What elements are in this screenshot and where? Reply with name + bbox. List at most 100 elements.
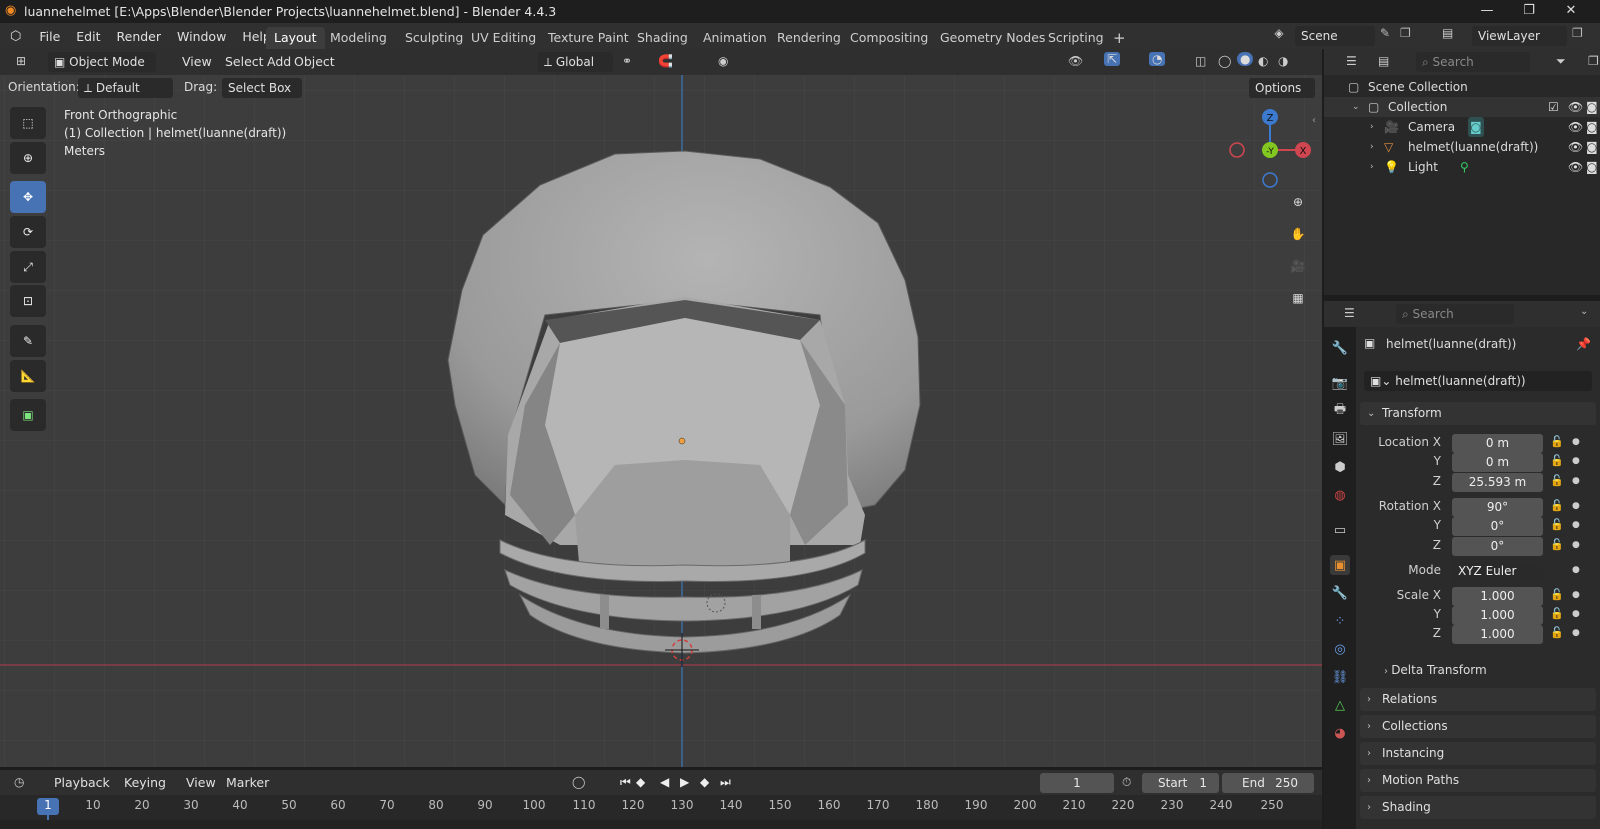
wireframe-shading-icon[interactable]: ◯ <box>1218 54 1231 68</box>
relations-panel[interactable]: › Relations <box>1360 688 1596 711</box>
lock-icon[interactable]: 🔓 <box>1550 474 1564 487</box>
timeline-menu-playback[interactable]: Playback <box>46 775 118 790</box>
jump-start-icon[interactable]: ⏮ <box>620 775 631 790</box>
properties-editor-icon[interactable]: ☰ <box>1344 306 1355 320</box>
chevron-down-icon[interactable]: ⌄ <box>1580 306 1588 317</box>
new-view-layer-icon[interactable]: ❐ <box>1572 26 1583 40</box>
scene-tab-icon[interactable]: ⬢ <box>1330 457 1350 477</box>
stopwatch-icon[interactable]: ⏱ <box>1122 775 1131 790</box>
keyframe-dot-icon[interactable]: ● <box>1572 540 1580 550</box>
tab-modeling[interactable]: Modeling <box>322 27 395 49</box>
vp-menu-object[interactable]: Object <box>286 54 343 69</box>
keyframe-dot-icon[interactable]: ● <box>1572 628 1580 638</box>
timeline-menu-marker[interactable]: Marker <box>218 775 277 790</box>
eye-icon[interactable]: 👁 <box>1568 137 1583 157</box>
timeline-scrollbar[interactable] <box>0 820 1322 829</box>
scale-y-field[interactable]: 1.000 <box>1452 606 1543 625</box>
camera-render-icon[interactable]: ◙ <box>1586 117 1598 137</box>
motion-paths-panel[interactable]: › Motion Paths <box>1360 769 1596 792</box>
next-keyframe-icon[interactable]: ◆ <box>700 775 709 789</box>
constraints-tab-icon[interactable]: ⛓ <box>1330 667 1350 687</box>
properties-search-input[interactable]: ⌕ Search <box>1396 304 1514 324</box>
tab-texture-paint[interactable]: Texture Paint <box>540 27 637 49</box>
menu-file[interactable]: File <box>31 29 68 44</box>
rotation-z-field[interactable]: 0° <box>1452 537 1543 556</box>
lock-icon[interactable]: 🔓 <box>1550 518 1564 531</box>
xray-icon[interactable]: ◫ <box>1195 54 1206 68</box>
outliner-scene-collection[interactable]: ▢ Scene Collection <box>1324 77 1600 97</box>
outliner-item-light[interactable]: › 💡 Light ⚲ 👁 ◙ <box>1324 157 1600 177</box>
tab-layout[interactable]: Layout <box>266 27 325 49</box>
keyframe-dot-icon[interactable]: ● <box>1572 565 1580 575</box>
outliner-editor-icon[interactable]: ☰ <box>1346 54 1357 68</box>
orientation-dropdown[interactable]: ⟂ Default <box>78 78 173 98</box>
tab-rendering[interactable]: Rendering <box>769 27 849 49</box>
material-tab-icon[interactable]: ◕ <box>1330 723 1350 743</box>
sidebar-toggle-icon[interactable]: ‹ <box>1312 115 1316 126</box>
scale-x-field[interactable]: 1.000 <box>1452 587 1543 606</box>
transform-panel-header[interactable]: ⌄ Transform <box>1360 402 1596 425</box>
object-tab-icon[interactable]: ▣ <box>1330 555 1350 575</box>
lock-icon[interactable]: 🔓 <box>1550 538 1564 551</box>
keyframe-dot-icon[interactable]: ● <box>1572 520 1580 530</box>
mode-dropdown[interactable]: ▣ Object Mode <box>48 52 156 72</box>
rotation-y-field[interactable]: 0° <box>1452 517 1543 536</box>
scale-tool[interactable]: ⤢ <box>10 251 46 283</box>
camera-view-icon[interactable]: 🎥 <box>1284 252 1312 280</box>
pan-hand-icon[interactable]: ✋ <box>1284 220 1312 248</box>
data-tab-icon[interactable]: △ <box>1330 695 1350 715</box>
measure-tool[interactable]: 📐 <box>10 360 46 392</box>
transform-tool[interactable]: ⊡ <box>10 285 46 317</box>
blender-menu-icon[interactable]: ⬡ <box>10 29 21 44</box>
collections-panel[interactable]: › Collections <box>1360 715 1596 738</box>
transform-orientation-dropdown[interactable]: ⟂ Global <box>538 52 613 72</box>
output-tab-icon[interactable]: 🖶 <box>1330 401 1350 421</box>
cursor-tool[interactable]: ⊕ <box>10 142 46 174</box>
gizmo-toggle-icon[interactable]: ⇱ <box>1104 52 1121 66</box>
overlay-toggle-icon[interactable]: ◔ <box>1149 52 1166 66</box>
timeline-menu-view[interactable]: View <box>178 775 224 790</box>
lock-icon[interactable]: 🔓 <box>1550 499 1564 512</box>
3d-viewport[interactable]: Front Orthographic (1) Collection | helm… <box>0 75 1322 767</box>
rotation-mode-dropdown[interactable]: XYZ Euler <box>1452 562 1543 581</box>
auto-key-icon[interactable]: ◯ <box>572 775 585 789</box>
visibility-icon[interactable]: 👁 <box>1068 54 1083 68</box>
add-cube-tool[interactable]: ▣ <box>10 399 46 431</box>
display-mode-icon[interactable]: ▤ <box>1378 54 1389 68</box>
object-name-field[interactable]: ▣⌄ helmet(luanne(draft)) <box>1364 371 1592 391</box>
pin-icon[interactable]: 📌 <box>1576 337 1591 351</box>
location-x-field[interactable]: 0 m <box>1452 434 1543 453</box>
prev-keyframe-icon[interactable]: ◆ <box>636 775 645 789</box>
rotation-x-field[interactable]: 90° <box>1452 498 1543 517</box>
collection-tab-icon[interactable]: ▭ <box>1330 520 1350 540</box>
ortho-grid-icon[interactable]: ▦ <box>1284 284 1312 312</box>
instancing-panel[interactable]: › Instancing <box>1360 742 1596 765</box>
filter-icon[interactable]: ⏷ <box>1556 54 1566 69</box>
modifier-tab-icon[interactable]: 🔧 <box>1330 583 1350 603</box>
annotate-tool[interactable]: ✎ <box>10 325 46 357</box>
menu-render[interactable]: Render <box>109 29 170 44</box>
shading-panel[interactable]: › Shading <box>1360 796 1596 819</box>
end-frame-field[interactable]: End 250 <box>1222 773 1314 793</box>
tab-scripting[interactable]: Scripting <box>1040 27 1112 49</box>
menu-edit[interactable]: Edit <box>68 29 108 44</box>
view-layer-field[interactable]: ViewLayer <box>1472 26 1567 46</box>
clock-icon[interactable]: ◷ <box>14 775 24 789</box>
outliner-search-input[interactable]: ⌕ Search <box>1416 52 1530 72</box>
tab-uv-editing[interactable]: UV Editing <box>463 27 544 49</box>
new-collection-icon[interactable]: ❐ <box>1588 54 1599 68</box>
tab-shading[interactable]: Shading <box>629 27 696 49</box>
pivot-icon[interactable]: ⚭ <box>622 54 632 68</box>
minimize-button[interactable]: — <box>1464 0 1510 23</box>
lock-icon[interactable]: 🔓 <box>1550 626 1564 639</box>
keyframe-dot-icon[interactable]: ● <box>1572 456 1580 466</box>
eye-icon[interactable]: 👁 <box>1568 97 1583 117</box>
view-layer-tab-icon[interactable]: 🖼 <box>1330 429 1350 449</box>
render-tab-icon[interactable]: 📷 <box>1330 373 1350 393</box>
camera-render-icon[interactable]: ◙ <box>1586 137 1598 157</box>
keyframe-dot-icon[interactable]: ● <box>1572 609 1580 619</box>
play-reverse-icon[interactable]: ◀ <box>660 775 669 789</box>
scene-icon[interactable]: ◈ <box>1264 26 1294 46</box>
tab-animation[interactable]: Animation <box>695 27 775 49</box>
particles-tab-icon[interactable]: ⁘ <box>1330 611 1350 631</box>
